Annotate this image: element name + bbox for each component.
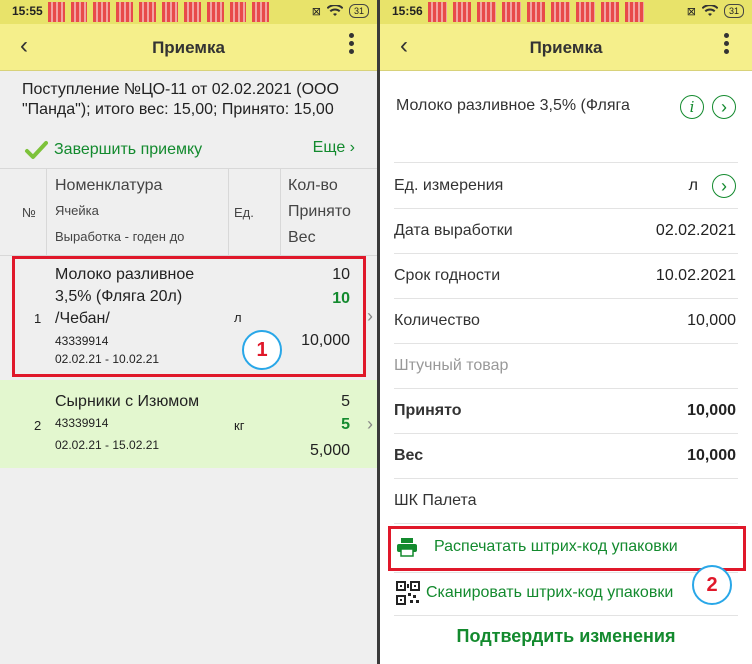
chevron-right-icon: ›	[367, 306, 373, 326]
document-header: Поступление №ЦО-11 от 02.02.2021 (ООО "П…	[22, 81, 339, 118]
field-label: Количество	[394, 312, 480, 329]
wifi-icon	[326, 5, 343, 16]
field-label: Штучный товар	[394, 357, 509, 374]
col-cell: Ячейка	[55, 203, 99, 218]
field-label: ШК Палета	[394, 492, 477, 509]
chevron-right-icon: ›	[349, 139, 355, 156]
col-accepted: Принято	[288, 203, 351, 220]
status-bar: 15:56 ⊠ 31	[380, 0, 752, 24]
status-time: 15:56	[392, 4, 423, 18]
status-time: 15:55	[12, 4, 43, 18]
field-label: Срок годности	[394, 267, 501, 284]
row-accepted: 5	[341, 416, 350, 433]
app-header: ‹ Приемка	[0, 24, 377, 71]
field-production-date[interactable]: Дата выработки 02.02.2021	[394, 209, 738, 254]
chevron-right-icon: ›	[367, 414, 373, 434]
left-screen: 15:55 ⊠ 31 ‹ Приемка Поступление №ЦО-11 …	[0, 0, 377, 664]
row-weight: 5,000	[309, 442, 350, 459]
col-weight: Вес	[288, 229, 316, 246]
chevron-right-icon[interactable]: ›	[712, 95, 736, 119]
product-title: Молоко разливное 3,5% (Фляга	[396, 97, 630, 114]
field-quantity[interactable]: Количество 10,000	[394, 299, 738, 344]
scan-barcode-label: Сканировать штрих-код упаковки	[426, 584, 674, 601]
info-icon[interactable]: i	[680, 95, 704, 119]
field-expiry-date[interactable]: Срок годности 10.02.2021	[394, 254, 738, 299]
checkmark-icon	[25, 141, 48, 159]
field-label: Принято	[394, 402, 462, 419]
table-header: № Номенклатура Ячейка Выработка - годен …	[0, 168, 377, 256]
sim-off-icon: ⊠	[311, 5, 321, 18]
qr-code-icon	[396, 581, 420, 605]
more-label: Еще	[312, 139, 346, 156]
col-qty: Кол-во	[288, 177, 338, 194]
highlight-box	[388, 526, 746, 571]
field-label: Ед. измерения	[394, 177, 504, 194]
field-value: 10.02.2021	[655, 267, 736, 284]
notification-icons	[48, 0, 270, 26]
product-title-row: Молоко разливное 3,5% (Фляга i ›	[394, 70, 738, 163]
annotation-badge: 2	[692, 565, 732, 605]
more-button[interactable]: Еще ›	[313, 139, 355, 157]
battery-icon: 31	[723, 4, 744, 18]
field-value: 10,000	[687, 402, 736, 419]
row-name: Сырники с Изюмом	[55, 393, 200, 410]
table-row[interactable]: 2 Сырники с Изюмом 43339914 02.02.21 - 1…	[0, 380, 377, 468]
finish-receipt-button[interactable]: Завершить приемку	[24, 138, 202, 162]
field-value: 10,000	[687, 447, 736, 464]
page-title: Приемка	[152, 38, 225, 57]
field-value: 10,000	[687, 312, 736, 329]
finish-receipt-label: Завершить приемку	[54, 141, 203, 158]
row-dates: 02.02.21 - 15.02.21	[55, 438, 160, 452]
notification-icons	[428, 0, 645, 26]
sim-off-icon: ⊠	[686, 5, 696, 18]
field-accepted: Принято 10,000	[394, 389, 738, 434]
field-pallet-barcode[interactable]: ШК Палета	[394, 479, 738, 524]
more-menu-icon[interactable]	[349, 33, 355, 57]
row-code: 43339914	[55, 416, 109, 430]
field-value: л	[688, 177, 698, 194]
field-weight: Вес 10,000	[394, 434, 738, 479]
row-qty: 5	[341, 393, 350, 410]
col-nomenclature: Номенклатура	[55, 177, 163, 194]
status-icons: ⊠ 31	[312, 4, 369, 18]
confirm-changes-button[interactable]: Подтвердить изменения	[380, 626, 752, 647]
status-icons: ⊠ 31	[687, 4, 744, 18]
annotation-badge: 1	[242, 330, 282, 370]
wifi-icon	[701, 5, 718, 16]
battery-icon: 31	[348, 4, 369, 18]
col-unit: Ед.	[234, 205, 254, 220]
col-production: Выработка - годен до	[55, 229, 185, 244]
more-menu-icon[interactable]	[724, 33, 730, 57]
col-number: №	[22, 205, 36, 220]
highlight-box	[12, 256, 366, 377]
field-piece-goods[interactable]: Штучный товар	[394, 344, 738, 389]
page-title: Приемка	[529, 38, 603, 57]
status-bar: 15:55 ⊠ 31	[0, 0, 377, 24]
app-header: ‹ Приемка	[380, 24, 752, 71]
scan-barcode-button[interactable]: Сканировать штрих-код упаковки	[394, 572, 738, 616]
row-unit: кг	[234, 418, 245, 433]
row-number: 2	[34, 418, 42, 433]
field-value: 02.02.2021	[655, 222, 736, 239]
field-label: Дата выработки	[394, 222, 513, 239]
field-unit[interactable]: Ед. измерения л ›	[394, 164, 738, 209]
chevron-right-icon[interactable]: ›	[712, 174, 736, 198]
field-label: Вес	[394, 447, 424, 464]
